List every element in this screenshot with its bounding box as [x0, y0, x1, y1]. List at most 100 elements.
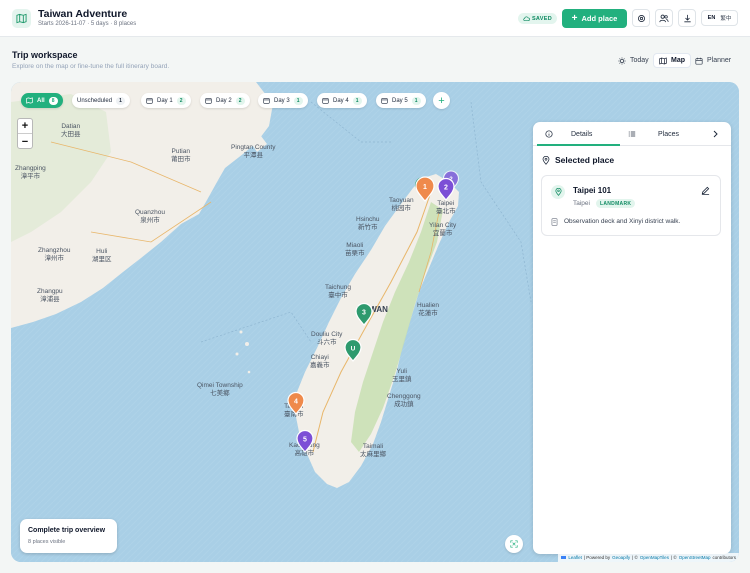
add-place-label: Add place — [581, 14, 618, 23]
add-day-button[interactable]: + — [433, 92, 450, 109]
calendar-icon — [263, 98, 270, 104]
filter-count: 1 — [411, 96, 421, 105]
edit-icon[interactable] — [701, 186, 710, 195]
view-today-label: Today — [630, 57, 649, 64]
tab-details-label: Details — [571, 130, 593, 138]
saved-badge: SAVED — [518, 13, 557, 24]
leaflet-link[interactable]: Leaflet — [568, 555, 582, 560]
view-map-label: Map — [671, 57, 685, 64]
filter-count: 2 — [176, 96, 186, 105]
pin-label: 5 — [303, 437, 307, 444]
lang-en[interactable]: EN — [708, 15, 716, 21]
map-label: Douliu City 斗六市 — [311, 331, 343, 346]
gear-icon — [637, 14, 645, 22]
map-label: Qimei Township 七美鄉 — [197, 382, 243, 397]
filter-count: 8 — [48, 96, 58, 105]
collaborators-button[interactable] — [655, 9, 673, 27]
leaflet-flag-icon — [561, 556, 567, 559]
map-label: Zhangzhou 漳州市 — [38, 247, 71, 262]
view-today-button[interactable]: Today — [613, 53, 654, 68]
tab-places[interactable]: Places — [628, 122, 679, 146]
panel-next-button[interactable] — [712, 122, 719, 146]
map-label: Yilan City 宜蘭市 — [429, 222, 457, 237]
map-label: Datian 大田县 — [61, 123, 81, 138]
place-name: Taipei 101 — [573, 186, 612, 195]
filter-day4-chip[interactable]: Day 4 1 — [317, 93, 367, 108]
openstreetmap-link[interactable]: OpenStreetMap — [679, 555, 711, 560]
view-map-button[interactable]: Map — [653, 53, 691, 68]
language-switcher[interactable]: EN 繁中 — [701, 10, 738, 26]
map-pin-4[interactable]: 4 — [286, 391, 306, 415]
map-label: Chenggong 成功鎮 — [387, 393, 421, 408]
pin-label: 1 — [423, 184, 427, 191]
calendar-icon — [381, 98, 388, 104]
download-icon — [683, 14, 691, 22]
active-tab-indicator — [537, 144, 620, 146]
calendar-icon — [322, 98, 329, 104]
filter-day3-chip[interactable]: Day 3 1 — [258, 93, 308, 108]
filter-label: Day 2 — [216, 97, 232, 104]
view-planner-button[interactable]: Planner — [690, 53, 736, 68]
chevron-right-icon — [713, 130, 718, 138]
users-icon — [659, 14, 669, 22]
filter-day5-chip[interactable]: Day 5 1 — [376, 93, 426, 108]
selected-place-card[interactable]: Taipei 101 Taipei LANDMARK Observation d… — [541, 175, 721, 236]
place-note: Observation deck and Xinyi district walk… — [564, 218, 681, 225]
map-pin-3[interactable]: 3 — [354, 302, 374, 326]
overview-subtitle: 8 places visible — [28, 539, 66, 545]
map-label: Taipei 臺北市 — [436, 200, 456, 215]
map-label: Taimali 太麻里鄉 — [360, 443, 386, 458]
info-icon — [545, 130, 553, 138]
filter-count: 1 — [293, 96, 303, 105]
note-icon — [551, 218, 558, 226]
map-label: Miaoli 苗栗市 — [345, 242, 365, 257]
zoom-out-button[interactable]: − — [18, 134, 32, 149]
location-pin-icon — [542, 156, 550, 165]
download-button[interactable] — [678, 9, 696, 27]
pin-label: U — [351, 346, 356, 353]
fit-bounds-button[interactable] — [505, 535, 523, 553]
map-label: Huli 湖里区 — [92, 248, 112, 263]
expand-icon — [510, 540, 518, 548]
sun-icon — [618, 56, 626, 65]
map-pin-unscheduled[interactable]: U — [343, 338, 363, 362]
place-pin-icon — [551, 185, 565, 199]
map-pin-5[interactable]: 5 — [295, 429, 315, 453]
map-label: Taoyuan 桃园市 — [389, 197, 414, 212]
map-pin-1[interactable]: 1 — [414, 176, 436, 202]
openmaptiles-link[interactable]: OpenMapTiles — [640, 555, 669, 560]
plus-icon: + — [571, 12, 578, 24]
attrib-text: contributors — [712, 555, 736, 560]
pin-label: 2 — [444, 185, 448, 192]
zoom-control: + − — [17, 118, 33, 149]
map-label: Quanzhou 泉州市 — [135, 209, 165, 224]
trip-map[interactable]: All 8 Unscheduled 1 Day 1 2 Day 2 2 Day … — [11, 82, 739, 562]
map-label: Pingtan County 平潭县 — [231, 144, 276, 159]
map-label: Hsinchu 新竹市 — [356, 216, 380, 231]
map-icon — [659, 57, 667, 64]
filter-day1-chip[interactable]: Day 1 2 — [141, 93, 191, 108]
filter-unscheduled-chip[interactable]: Unscheduled 1 — [72, 93, 131, 108]
add-place-button[interactable]: + Add place — [562, 9, 627, 28]
map-pin-2[interactable]: 2 — [436, 177, 456, 201]
filter-day2-chip[interactable]: Day 2 2 — [200, 93, 250, 108]
cloud-icon — [523, 16, 530, 21]
filter-count: 2 — [235, 96, 245, 105]
app-header: Taiwan Adventure Starts 2026-11-07 · 5 d… — [0, 0, 750, 37]
trip-title: Taiwan Adventure — [38, 8, 128, 20]
filter-label: All — [37, 97, 45, 104]
calendar-icon — [146, 98, 153, 104]
trip-overview-card[interactable]: Complete trip overview 8 places visible — [20, 519, 117, 553]
place-detail-panel: Details Places Selected place Taipei 101… — [533, 122, 731, 554]
zoom-in-button[interactable]: + — [18, 119, 32, 134]
filter-all-chip[interactable]: All 8 — [21, 93, 63, 108]
geoapify-link[interactable]: Geoapify — [612, 555, 630, 560]
lang-zh[interactable]: 繁中 — [720, 14, 731, 22]
plus-icon: + — [438, 94, 445, 107]
map-label: Taichung 臺中市 — [325, 284, 352, 299]
list-icon — [628, 131, 636, 137]
attrib-text: | Powered by — [583, 555, 611, 560]
tab-details[interactable]: Details — [545, 122, 592, 146]
settings-button[interactable] — [632, 9, 650, 27]
map-label: Hualien 花蓮市 — [417, 302, 440, 317]
